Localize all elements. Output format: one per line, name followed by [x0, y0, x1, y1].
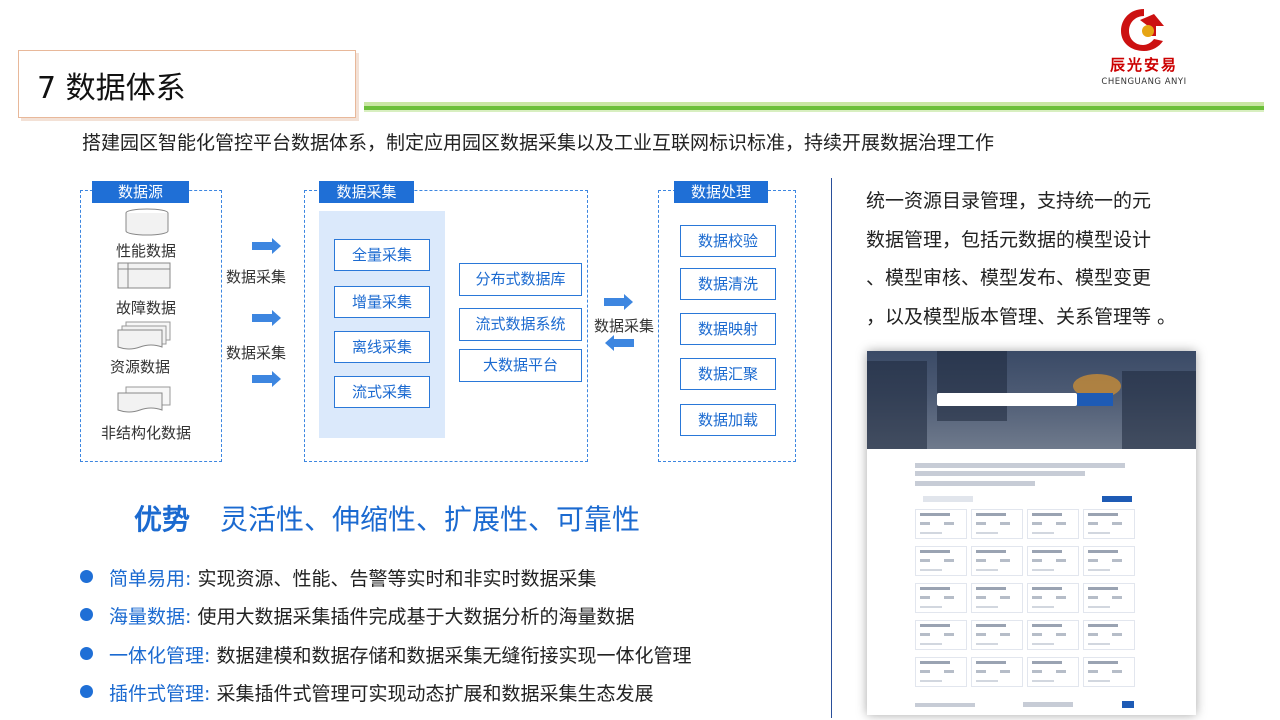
- bullet-head: 海量数据:: [109, 606, 192, 628]
- collect-system-distributed-db: 分布式数据库: [459, 263, 582, 296]
- bullet-head: 插件式管理:: [109, 683, 211, 705]
- advantage-label: 优势: [134, 503, 191, 536]
- right-description-line: ，以及模型版本管理、关系管理等 。: [866, 305, 1177, 328]
- collect-system-stream: 流式数据系统: [459, 308, 582, 341]
- table-icon: [117, 262, 171, 289]
- flow-label-1: 数据采集: [226, 268, 287, 286]
- source-item-unstructured: 非结构化数据: [100, 424, 191, 442]
- source-item-resource: 资源数据: [109, 358, 170, 376]
- process-item-map: 数据映射: [680, 313, 776, 345]
- logo-emblem-icon: [1121, 9, 1164, 51]
- right-description-line: 统一资源目录管理，支持统一的元: [866, 190, 1152, 212]
- flow-label-2: 数据采集: [226, 344, 287, 362]
- screenshot-search-bar: [937, 393, 1077, 406]
- collect-method-incremental: 增量采集: [334, 286, 430, 318]
- right-description: 统一资源目录管理，支持统一的元 数据管理，包括元数据的模型设计 、模型审核、模型…: [866, 182, 1216, 336]
- advantage-heading: 优势 灵活性、伸缩性、扩展性、可靠性: [134, 498, 640, 538]
- resource-catalog-screenshot: [867, 351, 1196, 715]
- slide-title-box: 7 数据体系: [18, 50, 356, 118]
- bullet-text: 实现资源、性能、告警等实时和非实时数据采集: [191, 568, 597, 590]
- collect-method-offline: 离线采集: [334, 331, 430, 363]
- slide-title: 7 数据体系: [37, 71, 186, 106]
- bullet-head: 一体化管理:: [109, 645, 211, 667]
- flow-label-3: 数据采集: [594, 317, 655, 335]
- advantage-text: 灵活性、伸缩性、扩展性、可靠性: [220, 503, 641, 536]
- arrow-right-icon: [252, 371, 281, 387]
- arrow-right-icon: [604, 294, 633, 310]
- collect-system-bigdata: 大数据平台: [459, 349, 582, 382]
- process-item-clean: 数据清洗: [680, 268, 776, 300]
- arrow-right-icon: [252, 238, 281, 254]
- vertical-divider: [831, 178, 832, 718]
- collect-method-stream: 流式采集: [334, 376, 430, 408]
- database-icon: [125, 208, 169, 236]
- slide-subtitle: 搭建园区智能化管控平台数据体系，制定应用园区数据采集以及工业互联网标识标准，持续…: [82, 132, 995, 154]
- unstructured-documents-icon: [117, 386, 171, 413]
- process-item-validate: 数据校验: [680, 225, 776, 257]
- bullet-dot-icon: [80, 608, 93, 621]
- source-item-performance: 性能数据: [115, 242, 176, 260]
- process-tag: 数据处理: [674, 181, 768, 203]
- bullet-dot-icon: [80, 570, 93, 583]
- right-description-line: 、模型审核、模型发布、模型变更: [866, 267, 1152, 289]
- right-description-line: 数据管理，包括元数据的模型设计: [866, 228, 1152, 251]
- bullet-dot-icon: [80, 685, 93, 698]
- header-divider: [364, 102, 1264, 114]
- source-item-fault: 故障数据: [115, 299, 176, 317]
- company-logo: 辰光安易 CHENGUANG ANYI: [1098, 6, 1190, 94]
- collect-tag: 数据采集: [319, 181, 414, 203]
- process-item-aggregate: 数据汇聚: [680, 358, 776, 390]
- bullet-text: 采集插件式管理可实现动态扩展和数据采集生态发展: [210, 683, 654, 705]
- bullet-head: 简单易用:: [109, 568, 192, 590]
- logo-name-cn: 辰光安易: [1109, 56, 1178, 74]
- screenshot-search-button: [1077, 393, 1113, 406]
- process-item-load: 数据加载: [680, 404, 776, 436]
- bullet-text: 数据建模和数据存储和数据采集无缝衔接实现一体化管理: [210, 645, 692, 667]
- bullet-dot-icon: [80, 647, 93, 660]
- arrow-right-icon: [252, 310, 281, 326]
- logo-name-en: CHENGUANG ANYI: [1101, 77, 1187, 87]
- collect-method-full: 全量采集: [334, 239, 430, 271]
- arrow-left-icon: [605, 335, 634, 351]
- source-tag: 数据源: [92, 181, 189, 203]
- documents-icon: [117, 321, 171, 350]
- bullet-text: 使用大数据采集插件完成基于大数据分析的海量数据: [191, 606, 635, 628]
